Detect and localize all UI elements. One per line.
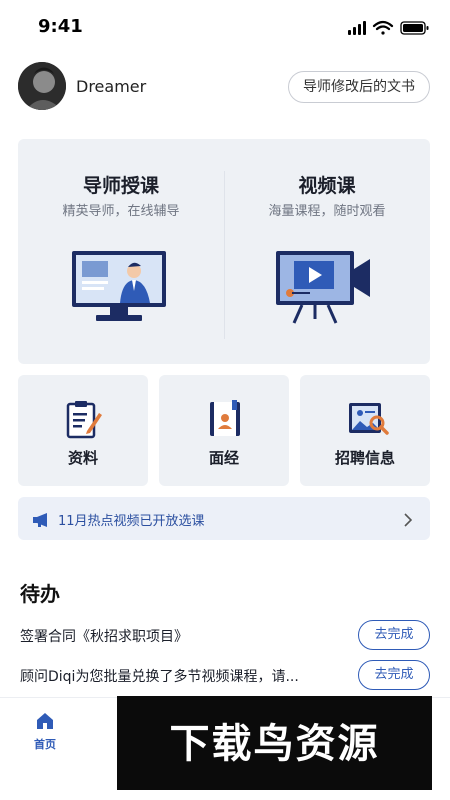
watermark: 下载鸟资源 <box>117 696 432 790</box>
materials-label: 资料 <box>67 449 98 467</box>
job-search-icon <box>347 399 389 443</box>
tutor-course-subtitle: 精英导师，在线辅导 <box>62 204 180 219</box>
video-course-subtitle: 海量课程，随时观看 <box>268 204 386 219</box>
todo-item-text: 签署合同《秋招求职项目》 <box>20 629 188 645</box>
video-course-entry[interactable]: 视频课 海量课程，随时观看 <box>224 139 430 364</box>
todo-item: 签署合同《秋招求职项目》 去完成 <box>20 620 430 652</box>
interview-label: 面经 <box>208 449 239 467</box>
megaphone-icon <box>33 512 51 531</box>
status-time: 9:41 <box>38 16 83 37</box>
complete-button[interactable]: 去完成 <box>358 660 430 690</box>
video-course-title: 视频课 <box>298 175 356 197</box>
avatar[interactable] <box>18 62 66 110</box>
online-tutor-icon <box>66 247 176 331</box>
wifi-icon <box>372 20 394 35</box>
todo-item-text: 顾问Diqi为您批量兑换了多节视频课程，请... <box>20 669 299 685</box>
interview-book-icon <box>206 399 244 443</box>
home-icon <box>35 711 55 735</box>
username: Dreamer <box>76 77 147 96</box>
status-icons <box>348 19 430 37</box>
tab-home-label: 首页 <box>34 738 56 751</box>
status-bar: 9:41 <box>0 0 450 56</box>
revised-document-button[interactable]: 导师修改后的文书 <box>288 71 430 103</box>
jobs-tile[interactable]: 招聘信息 <box>300 375 430 486</box>
chevron-right-icon <box>404 512 413 531</box>
todo-item: 顾问Diqi为您批量兑换了多节视频课程，请... 去完成 <box>20 660 430 692</box>
course-card: 导师授课 精英导师，在线辅导 视频课 海量课程，随时观看 <box>18 139 430 364</box>
profile-header: Dreamer 导师修改后的文书 <box>18 62 430 112</box>
clipboard-pen-icon <box>65 399 103 443</box>
tab-home[interactable]: 首页 <box>18 709 72 759</box>
tutor-course-entry[interactable]: 导师授课 精英导师，在线辅导 <box>18 139 224 364</box>
interview-tile[interactable]: 面经 <box>159 375 289 486</box>
video-camera-icon <box>272 247 382 331</box>
announcement-text: 11月热点视频已开放选课 <box>58 514 205 529</box>
tutor-course-title: 导师授课 <box>82 175 159 197</box>
complete-button[interactable]: 去完成 <box>358 620 430 650</box>
jobs-label: 招聘信息 <box>334 449 395 467</box>
battery-icon <box>400 21 429 35</box>
announcement-bar[interactable]: 11月热点视频已开放选课 <box>18 497 430 540</box>
watermark-text: 下载鸟资源 <box>169 721 380 767</box>
todo-heading: 待办 <box>20 582 60 606</box>
signal-icon <box>348 21 366 35</box>
materials-tile[interactable]: 资料 <box>18 375 148 486</box>
